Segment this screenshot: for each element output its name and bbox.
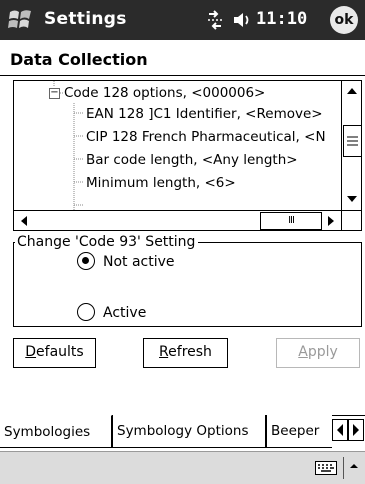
radio-label-active: Active	[103, 305, 147, 321]
grip-marks: III	[288, 215, 295, 226]
tree-item-barcode-length[interactable]: Bar code length, <Any length>	[86, 150, 298, 170]
tree-item-minimum-length[interactable]: Minimum length, <6>	[86, 173, 236, 193]
refresh-button[interactable]: Refresh	[143, 338, 228, 368]
defaults-button[interactable]: Defaults	[13, 338, 96, 368]
radio-label-not-active: Not active	[103, 254, 175, 270]
tab-symbology-options[interactable]: Symbology Options	[112, 415, 266, 448]
vertical-scrollbar[interactable]	[341, 81, 361, 210]
triangle-down-icon	[347, 196, 357, 202]
code93-setting-group	[13, 242, 362, 327]
connectivity-icon[interactable]	[205, 10, 225, 30]
tab-scroll-right-button[interactable]	[348, 419, 364, 441]
apply-button[interactable]: Apply	[276, 338, 360, 368]
scroll-up-button[interactable]	[342, 81, 361, 101]
volume-icon[interactable]	[232, 10, 252, 30]
grip-icon	[347, 136, 358, 146]
triangle-right-icon	[353, 424, 359, 436]
horizontal-scrollbar[interactable]: III	[14, 210, 341, 230]
scroll-down-button[interactable]	[342, 189, 361, 209]
tab-symbologies[interactable]: Symbologies	[0, 415, 112, 448]
app-title: Settings	[44, 9, 127, 29]
tab-strip: Symbologies Symbology Options Beeper	[0, 415, 365, 449]
settings-tree[interactable]: − Code 128 options, <000006> EAN 128 ]C1…	[13, 80, 362, 231]
scroll-left-button[interactable]	[14, 211, 34, 230]
apply-mnemonic: A	[298, 344, 308, 360]
input-menu-arrow-icon[interactable]	[348, 460, 360, 472]
clock[interactable]: 11:10	[256, 9, 307, 29]
triangle-left-icon	[337, 424, 343, 436]
title-bar: Settings 11:10 ok	[0, 0, 365, 40]
group-legend: Change 'Code 93' Setting	[15, 233, 199, 251]
scroll-corner	[341, 210, 361, 230]
defaults-mnemonic: D	[25, 344, 37, 360]
collapse-toggle[interactable]: −	[49, 88, 60, 99]
triangle-right-icon	[328, 216, 334, 226]
tree-item-ean128[interactable]: EAN 128 ]C1 Identifier, <Remove>	[86, 104, 323, 124]
horizontal-scroll-thumb[interactable]: III	[260, 212, 322, 230]
keyboard-icon[interactable]	[315, 461, 337, 475]
page-title: Data Collection	[10, 50, 148, 69]
defaults-label: efaults	[36, 344, 84, 360]
command-bar	[0, 451, 365, 484]
triangle-up-icon	[347, 88, 357, 94]
ok-button[interactable]: ok	[330, 6, 358, 34]
tab-scroll-left-button[interactable]	[332, 419, 348, 441]
tree-item-code128[interactable]: Code 128 options, <000006>	[64, 83, 265, 103]
triangle-left-icon	[21, 216, 27, 226]
refresh-mnemonic: R	[159, 344, 169, 360]
vertical-scroll-thumb[interactable]	[343, 125, 361, 157]
tab-beeper[interactable]: Beeper	[266, 415, 332, 448]
tree-item-cip128[interactable]: CIP 128 French Pharmaceutical, <N	[86, 127, 326, 147]
radio-unselected-icon[interactable]	[77, 303, 95, 321]
scroll-right-button[interactable]	[321, 211, 341, 230]
refresh-label: efresh	[168, 344, 212, 360]
command-bar-separator	[343, 457, 344, 479]
windows-start-icon[interactable]	[6, 6, 34, 34]
apply-label: pply	[307, 344, 338, 360]
title-divider	[0, 75, 365, 76]
radio-selected-icon[interactable]	[77, 252, 95, 270]
tree-content: − Code 128 options, <000006> EAN 128 ]C1…	[14, 81, 340, 210]
